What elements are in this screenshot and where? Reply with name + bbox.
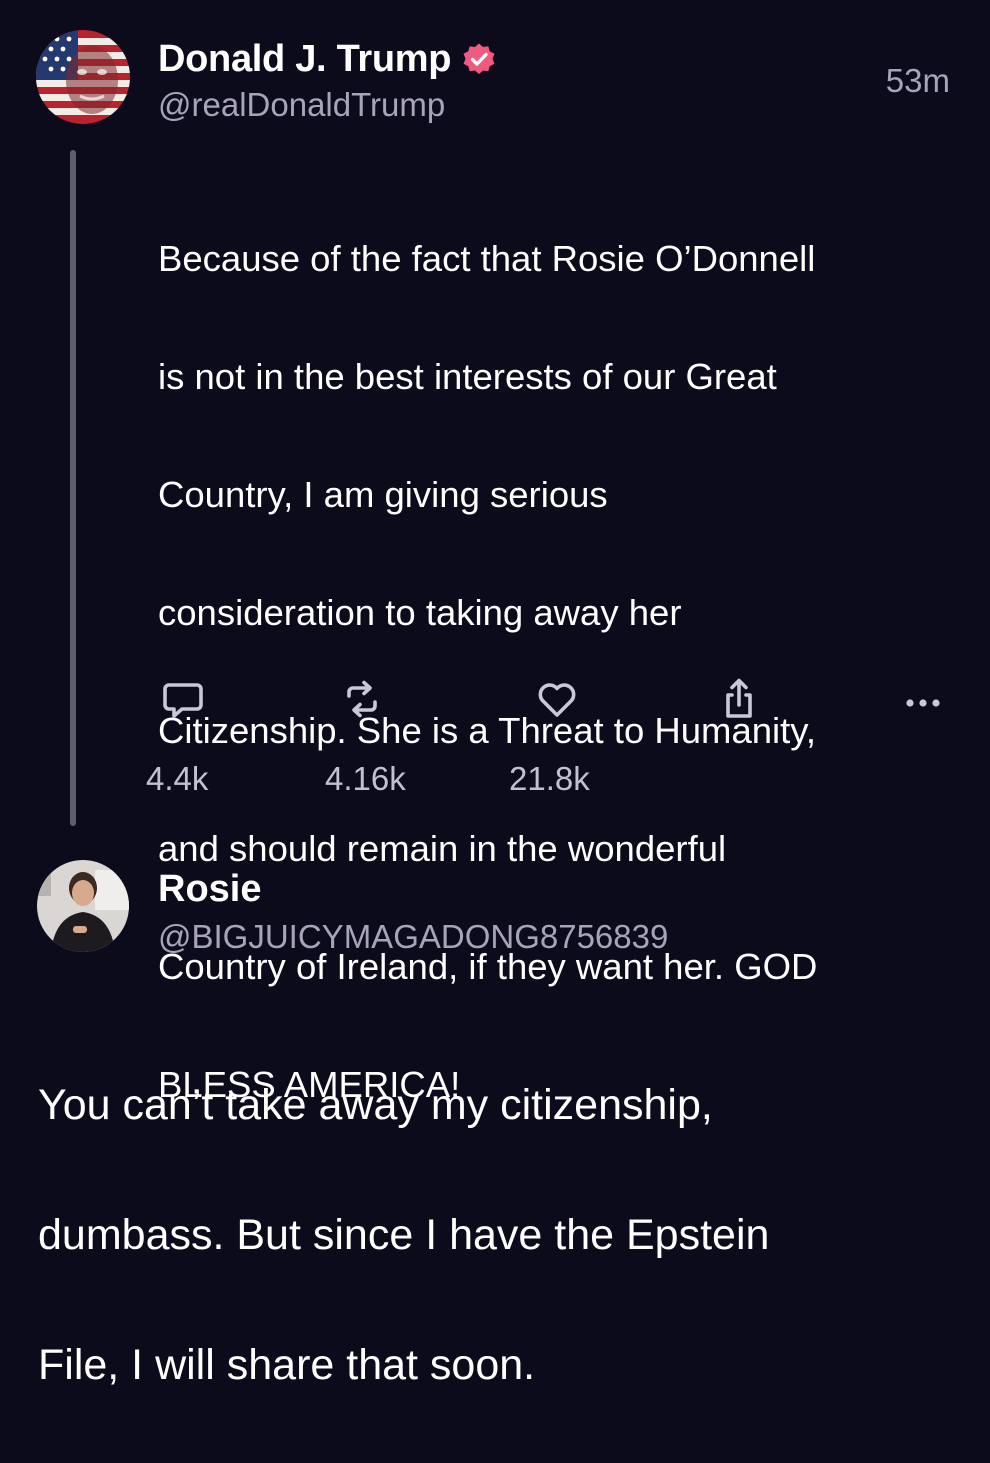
- reply-text-line: dumbass. But since I have the Epstein: [38, 1211, 770, 1259]
- reply-author-handle[interactable]: @BIGJUICYMAGADONG8756839: [158, 918, 668, 956]
- repost-count: 4.16k: [325, 760, 406, 797]
- flag-portrait-avatar-image: [36, 30, 130, 124]
- share-icon[interactable]: [716, 676, 762, 722]
- repost-icon[interactable]: [339, 676, 385, 722]
- reply-body-text: You can’t take away my citizenship, dumb…: [38, 1008, 968, 1463]
- reply-text-line: You can’t take away my citizenship,: [38, 1081, 713, 1129]
- like-count: 21.8k: [509, 760, 590, 797]
- reply-text-line: File, I will share that soon.: [38, 1341, 536, 1389]
- author-name[interactable]: Donald J. Trump: [158, 38, 497, 81]
- verified-badge-icon: [461, 42, 497, 78]
- post-text-line: consideration to taking away her: [158, 592, 682, 633]
- author-avatar[interactable]: [36, 30, 130, 124]
- reply-author-avatar[interactable]: [37, 860, 129, 952]
- post-timestamp[interactable]: 53m: [886, 62, 950, 100]
- post-text-line: Country, I am giving serious: [158, 474, 608, 515]
- more-icon[interactable]: [900, 680, 946, 726]
- reply-author-name[interactable]: Rosie: [158, 868, 261, 911]
- author-handle[interactable]: @realDonaldTrump: [158, 86, 445, 124]
- reply-count: 4.4k: [146, 760, 209, 797]
- reply-avatar-image: [37, 860, 129, 952]
- author-name-text: Donald J. Trump: [158, 38, 452, 80]
- post-text-line: and should remain in the wonderful: [158, 828, 727, 869]
- thread-connector-line: [70, 150, 76, 826]
- heart-icon[interactable]: [534, 676, 580, 722]
- post-text-line: Because of the fact that Rosie O’Donnell: [158, 238, 816, 279]
- reply-icon[interactable]: [160, 676, 206, 722]
- post-text-line: is not in the best interests of our Grea…: [158, 356, 777, 397]
